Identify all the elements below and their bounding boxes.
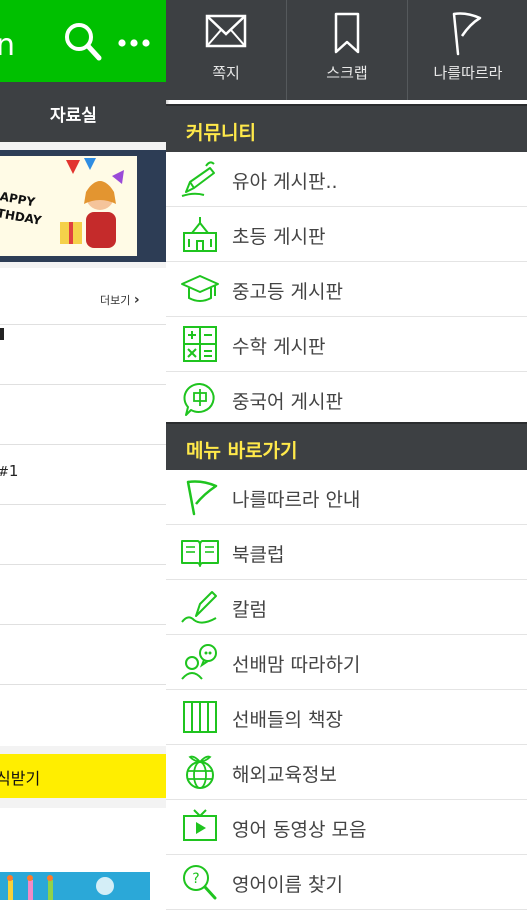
menu-item-label: 영어이름 찾기	[232, 874, 343, 896]
chinese-speech-icon	[183, 382, 215, 416]
pencil-icon	[181, 161, 215, 197]
search-icon[interactable]	[62, 20, 102, 62]
background-app: n 자료실 APPY THDAY 더보기 › 1 식받기	[0, 0, 166, 900]
menu-item-label: 칼럼	[232, 599, 267, 621]
list-item-fragment[interactable]: #1	[0, 462, 18, 480]
bottom-banner-image	[0, 872, 150, 900]
more-link[interactable]: 더보기 ›	[100, 292, 140, 308]
tv-play-icon	[183, 809, 217, 841]
menu-item-senior-bookshelf[interactable]: 선배들의 책장	[166, 690, 527, 745]
birthday-banner[interactable]: APPY THDAY	[0, 150, 166, 262]
menu-item-label: 해외교육정보	[232, 764, 337, 786]
menu-item-column[interactable]: 칼럼	[166, 580, 527, 635]
menu-item-english-videos[interactable]: 영어 동영상 모음	[166, 800, 527, 855]
bookshelf-icon	[183, 701, 217, 733]
menu-item-label: 중고등 게시판	[232, 281, 343, 303]
graduation-cap-icon	[181, 275, 219, 302]
search-question-icon: ?	[183, 865, 217, 900]
menu-item-label: 초등 게시판	[232, 226, 326, 248]
menu-item-follow-me-guide[interactable]: 나를따르라 안내	[166, 470, 527, 525]
section-title: 메뉴 바로가기	[186, 440, 298, 462]
menu-item-label: 중국어 게시판	[232, 391, 343, 413]
menu-item-senior-mom[interactable]: 선배맘 따라하기	[166, 635, 527, 690]
scrap-button[interactable]: 스크랩	[287, 0, 407, 100]
content-list: 더보기 › #1	[0, 268, 166, 746]
calculator-icon	[183, 326, 217, 362]
follow-me-button[interactable]: 나를따르라	[408, 0, 527, 100]
menu-item-label: 유아 게시판..	[232, 171, 338, 193]
flag-icon	[452, 12, 482, 56]
menu-item-secondary-board[interactable]: 중고등 게시판	[166, 262, 527, 317]
menu-item-label: 북클럽	[232, 544, 285, 566]
banner-text: APPY THDAY	[0, 189, 43, 228]
menu-item-overseas-education[interactable]: 해외교육정보	[166, 745, 527, 800]
menu-item-find-english-name[interactable]: ? 영어이름 찾기	[166, 855, 527, 910]
flag-icon	[186, 480, 218, 516]
school-building-icon	[183, 217, 217, 252]
list-item-icon-fragment	[0, 328, 4, 340]
app-top-bar: n	[0, 0, 166, 82]
section-header-community: 커뮤니티	[166, 104, 527, 154]
envelope-icon	[205, 14, 247, 48]
more-icon[interactable]	[117, 38, 151, 48]
app-logo-fragment: n	[0, 28, 16, 63]
menu-item-math-board[interactable]: 수학 게시판	[166, 317, 527, 372]
bottom-banner	[0, 808, 166, 900]
message-button-label: 쪽지	[212, 64, 240, 82]
scrap-button-label: 스크랩	[326, 64, 368, 82]
menu-item-elementary-board[interactable]: 초등 게시판	[166, 207, 527, 262]
follow-me-button-label: 나를따르라	[433, 64, 503, 82]
tab-archive[interactable]: 자료실	[50, 101, 97, 126]
quill-icon	[181, 591, 217, 624]
menu-item-chinese-board[interactable]: 중국어 게시판	[166, 372, 527, 427]
menu-item-label: 수학 게시판	[232, 336, 326, 358]
app-tab-bar: 자료실	[0, 82, 166, 142]
notice-bar-label: 식받기	[0, 769, 41, 788]
menu-item-book-club[interactable]: 북클럽	[166, 525, 527, 580]
menu-item-infant-board[interactable]: 유아 게시판..	[166, 152, 527, 207]
menu-item-label: 나를따르라 안내	[232, 489, 361, 511]
message-button[interactable]: 쪽지	[166, 0, 286, 100]
bookmark-icon	[334, 12, 360, 54]
svg-text:?: ?	[192, 871, 199, 887]
people-chat-icon	[181, 644, 217, 680]
section-title: 커뮤니티	[186, 122, 256, 144]
section-header-menu-shortcuts: 메뉴 바로가기	[166, 422, 527, 472]
banner-image: APPY THDAY	[0, 156, 137, 256]
menu-item-label: 선배맘 따라하기	[232, 654, 361, 676]
notice-bar[interactable]: 식받기	[0, 754, 166, 798]
menu-item-label: 영어 동영상 모음	[232, 819, 367, 841]
menu-item-label: 선배들의 책장	[232, 709, 343, 731]
globe-sprout-icon	[186, 755, 214, 789]
drawer-top-actions: 쪽지 스크랩 나를따르라	[166, 0, 527, 100]
navigation-drawer: 쪽지 스크랩 나를따르라 커뮤니티 유아 게시판.. 초등 게시판 중고등 게시…	[166, 0, 527, 910]
open-book-icon	[181, 540, 219, 567]
